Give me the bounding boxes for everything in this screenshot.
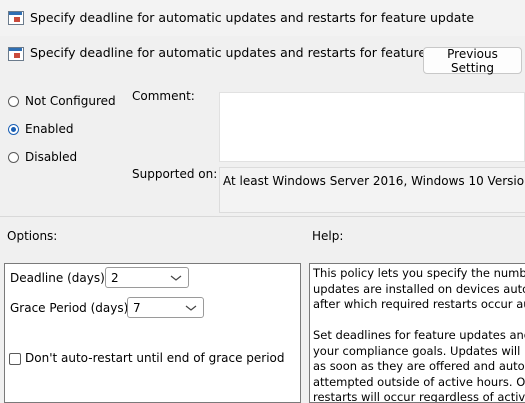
radio-enabled-circle[interactable] <box>8 123 19 135</box>
help-heading: Help: <box>312 229 344 243</box>
window-title: Specify deadline for automatic updates a… <box>30 10 475 25</box>
chevron-down-icon <box>185 305 197 311</box>
deadline-label: Deadline (days): <box>10 271 109 285</box>
setting-title: Specify deadline for automatic updates a… <box>30 45 475 60</box>
comment-field[interactable] <box>219 92 525 162</box>
radio-not-configured[interactable]: Not Configured <box>8 92 116 110</box>
deadline-dropdown[interactable]: 2 <box>105 267 189 288</box>
title-bar: Specify deadline for automatic updates a… <box>0 0 525 36</box>
radio-not-configured-label: Not Configured <box>25 94 116 108</box>
grace-period-dropdown[interactable]: 7 <box>127 297 204 318</box>
section-divider <box>0 216 525 217</box>
options-panel: Deadline (days): 2 Grace Period (days): … <box>4 263 301 403</box>
supported-on-label: Supported on: <box>132 167 218 181</box>
supported-on-field: At least Windows Server 2016, Windows 10… <box>219 167 525 213</box>
no-auto-restart-label: Don't auto-restart until end of grace pe… <box>25 351 285 365</box>
policy-setting-icon <box>8 47 24 61</box>
comment-label: Comment: <box>132 89 195 103</box>
previous-setting-button[interactable]: Previous Setting <box>423 47 522 75</box>
radio-not-configured-circle[interactable] <box>8 95 19 107</box>
radio-disabled-label: Disabled <box>25 150 78 164</box>
options-heading: Options: <box>7 229 58 243</box>
help-panel[interactable]: This policy lets you specify the number … <box>309 263 525 403</box>
help-text: This policy lets you specify the number … <box>313 266 525 403</box>
radio-enabled-label: Enabled <box>25 122 74 136</box>
deadline-value: 2 <box>111 270 119 285</box>
grace-period-label: Grace Period (days): <box>10 301 133 315</box>
chevron-down-icon <box>170 275 182 281</box>
radio-disabled[interactable]: Disabled <box>8 148 77 166</box>
radio-enabled[interactable]: Enabled <box>8 120 74 138</box>
radio-disabled-circle[interactable] <box>8 151 19 163</box>
no-auto-restart-checkbox[interactable] <box>9 353 21 365</box>
grace-period-value: 7 <box>133 300 141 315</box>
policy-window-icon <box>8 11 24 25</box>
